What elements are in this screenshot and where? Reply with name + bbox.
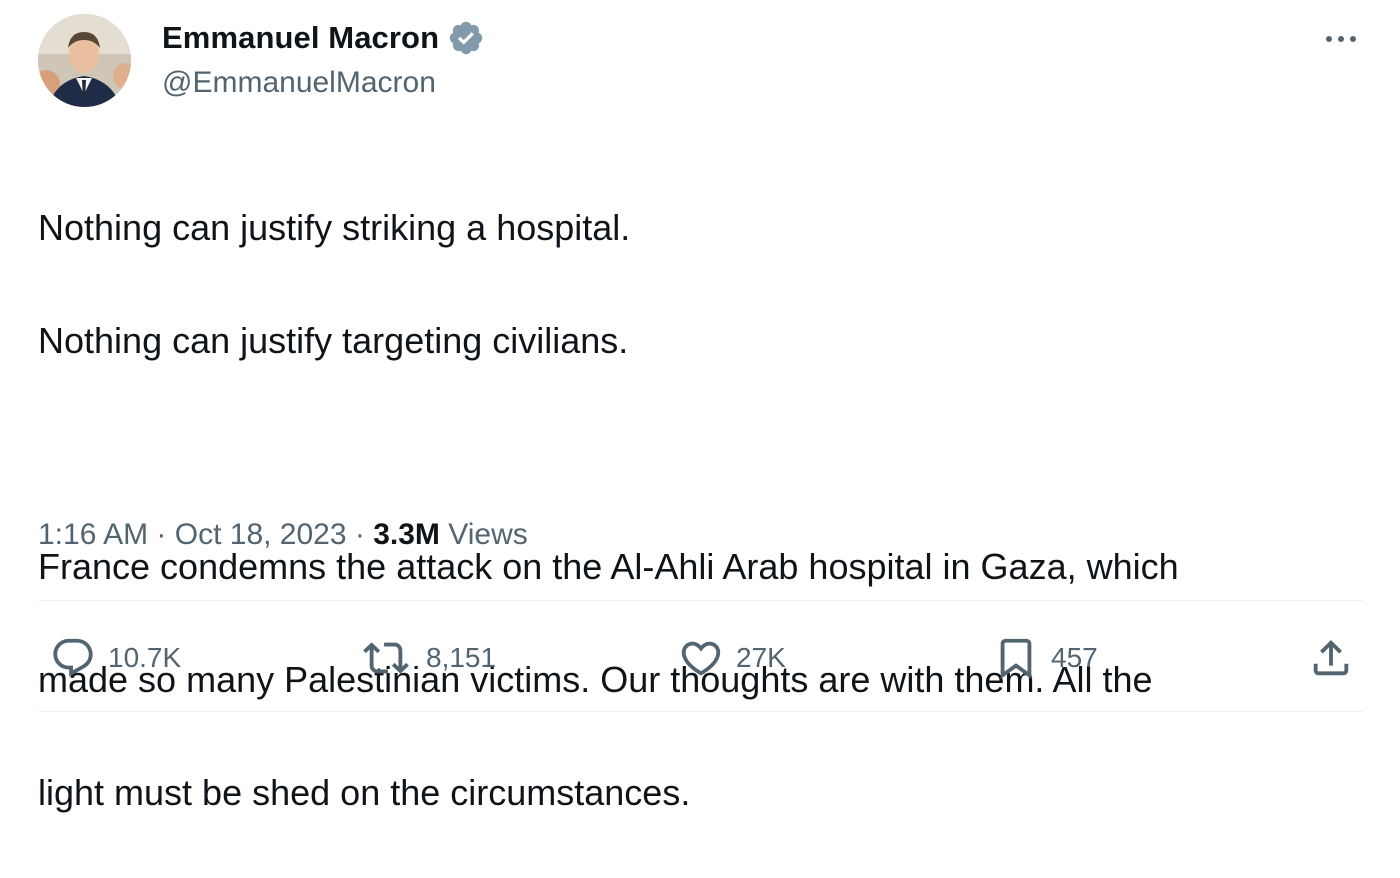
tweet-text-line: Nothing can justify targeting civilians. — [38, 319, 629, 361]
bookmark-button[interactable]: 457 — [993, 628, 1098, 688]
share-button[interactable] — [1308, 628, 1354, 688]
verified-badge-icon[interactable] — [447, 19, 485, 57]
repost-button[interactable]: 8,151 — [358, 628, 496, 688]
author-handle[interactable]: @EmmanuelMacron — [162, 66, 436, 100]
divider — [38, 600, 1364, 601]
more-horizontal-icon — [1326, 36, 1356, 42]
tweet-time[interactable]: 1:16 AM — [38, 518, 148, 552]
divider — [38, 711, 1364, 712]
author-name-row[interactable]: Emmanuel Macron — [162, 18, 485, 58]
more-options-button[interactable] — [1318, 22, 1364, 56]
share-upload-icon — [1313, 639, 1349, 676]
meta-separator: · — [346, 518, 374, 551]
action-bar: 10.7K 8,151 27K 457 — [0, 628, 1400, 688]
reply-bubble-icon — [53, 638, 93, 677]
reply-button[interactable]: 10.7K — [50, 628, 181, 688]
tweet-text: Nothing can justify striking a hospital.… — [38, 143, 1368, 878]
bookmark-count: 457 — [1051, 642, 1098, 673]
heart-icon — [681, 641, 721, 676]
like-button[interactable]: 27K — [678, 628, 786, 688]
tweet-text-line: Nothing can justify striking a hospital. — [38, 206, 631, 248]
reply-count: 10.7K — [108, 642, 182, 673]
like-count: 27K — [736, 642, 786, 673]
avatar[interactable] — [38, 14, 131, 107]
author-display-name[interactable]: Emmanuel Macron — [162, 20, 439, 56]
repost-count: 8,151 — [426, 642, 497, 673]
tweet-text-line: light must be shed on the circumstances. — [38, 771, 691, 813]
tweet-meta: 1:16 AM · Oct 18, 2023 · 3.3M Views — [38, 518, 528, 552]
meta-separator: · — [148, 518, 175, 551]
bookmark-icon — [1000, 638, 1032, 679]
tweet-date[interactable]: Oct 18, 2023 — [175, 518, 347, 552]
avatar-photo — [38, 14, 131, 107]
views-count[interactable]: 3.3M — [373, 518, 440, 552]
tweet-text-line — [38, 426, 1368, 483]
repost-arrows-icon — [363, 642, 409, 674]
views-label: Views — [439, 518, 528, 551]
